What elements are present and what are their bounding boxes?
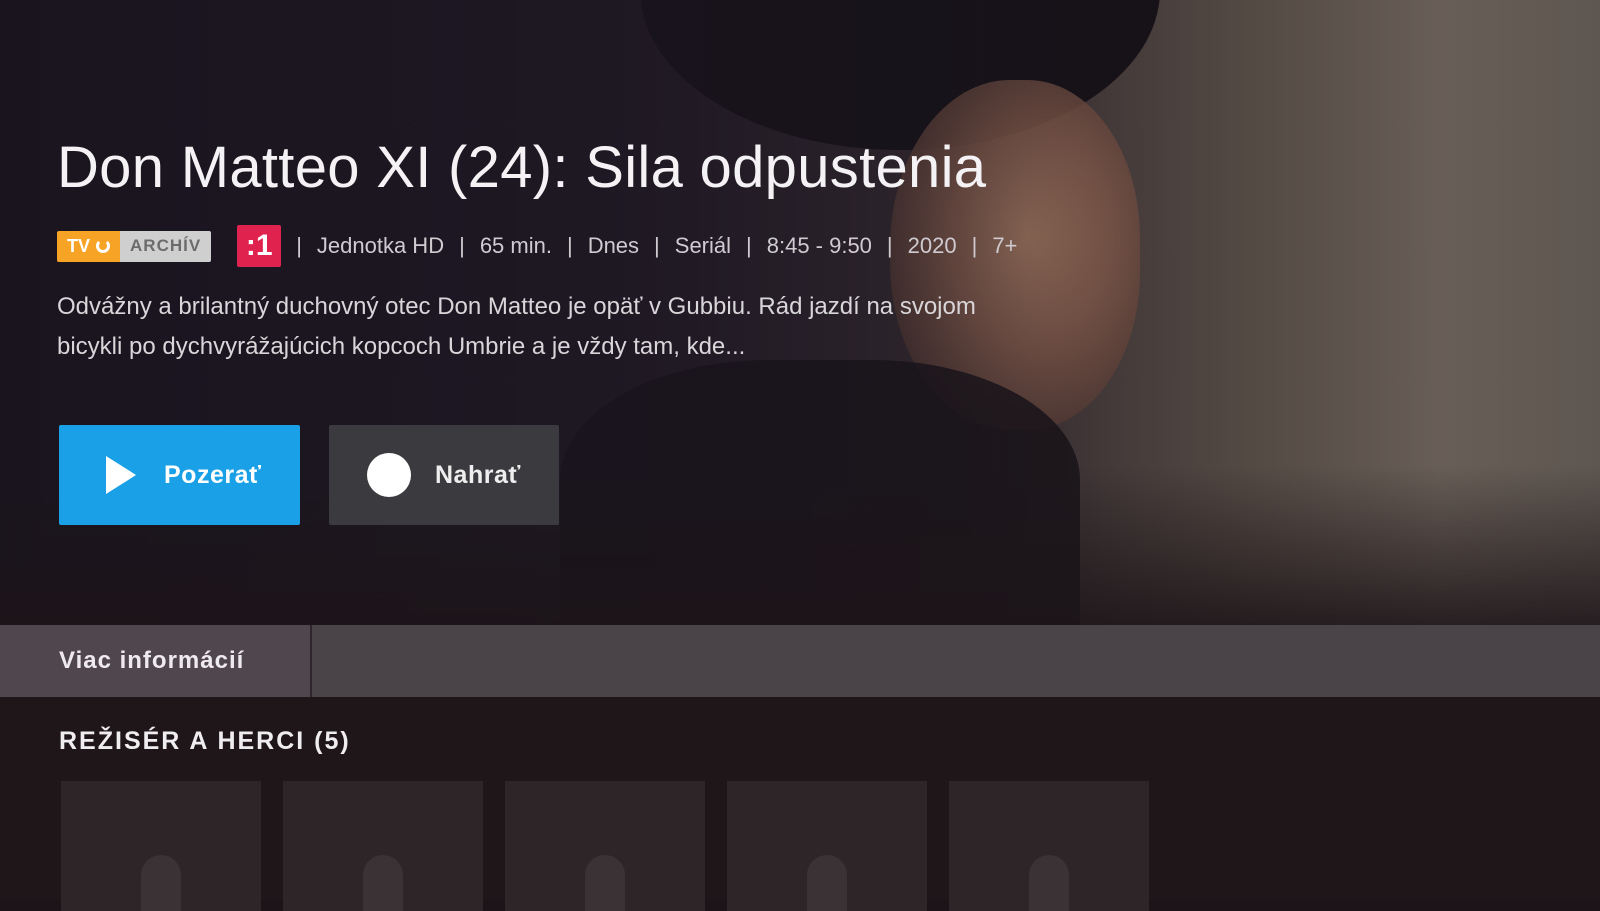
meta-channel: Jednotka HD xyxy=(316,233,445,258)
program-meta-row: TV ARCHÍV :1 | Jednotka HD | 65 min. | D… xyxy=(57,225,1018,267)
tab-more-info-label: Viac informácií xyxy=(59,647,245,674)
cast-heading: REŽISÉR A HERCI (5) xyxy=(59,727,351,755)
cast-card[interactable] xyxy=(949,781,1149,911)
cast-card[interactable] xyxy=(61,781,261,911)
meta-time: 8:45 - 9:50 xyxy=(766,233,872,258)
archive-badge: ARCHÍV xyxy=(120,230,212,262)
cast-card[interactable] xyxy=(283,781,483,911)
meta-separator: | xyxy=(886,233,893,258)
person-placeholder-icon xyxy=(363,855,403,911)
watch-button-label: Pozerať xyxy=(164,460,262,489)
tv-archive-icon xyxy=(96,239,111,253)
channel-logo: :1 xyxy=(237,225,282,267)
program-title: Don Matteo XI (24): Sila odpustenia xyxy=(57,135,987,200)
meta-genre: Seriál xyxy=(674,233,732,258)
watch-button[interactable]: Pozerať xyxy=(59,425,300,525)
meta-year: 2020 xyxy=(907,233,957,258)
info-tab-bar: Viac informácií xyxy=(0,625,1600,697)
meta-separator: | xyxy=(459,233,465,258)
person-placeholder-icon xyxy=(1029,855,1069,911)
cast-card[interactable] xyxy=(727,781,927,911)
meta-separator: | xyxy=(566,233,573,258)
meta-separator: | xyxy=(971,233,978,258)
record-button-label: Nahrať xyxy=(435,460,521,489)
tv-archive-badge: TV xyxy=(57,230,121,262)
meta-separator: | xyxy=(296,233,302,258)
meta-age-rating: 7+ xyxy=(992,233,1018,258)
meta-duration: 65 min. xyxy=(479,233,552,258)
record-button[interactable]: Nahrať xyxy=(329,425,559,525)
cast-section: REŽISÉR A HERCI (5) xyxy=(0,697,1600,911)
tv-badge-label: TV xyxy=(67,235,91,256)
tab-more-info[interactable]: Viac informácií xyxy=(0,625,312,697)
person-placeholder-icon xyxy=(585,855,625,911)
person-placeholder-icon xyxy=(807,855,847,911)
record-icon xyxy=(367,453,411,497)
cast-card-list xyxy=(61,781,1149,911)
program-description: Odvážny a brilantný duchovný otec Don Ma… xyxy=(57,293,976,360)
play-icon xyxy=(106,456,136,494)
meta-separator: | xyxy=(654,233,660,258)
person-placeholder-icon xyxy=(141,855,181,911)
cast-card[interactable] xyxy=(505,781,705,911)
meta-day: Dnes xyxy=(587,233,640,258)
meta-separator: | xyxy=(746,233,752,258)
